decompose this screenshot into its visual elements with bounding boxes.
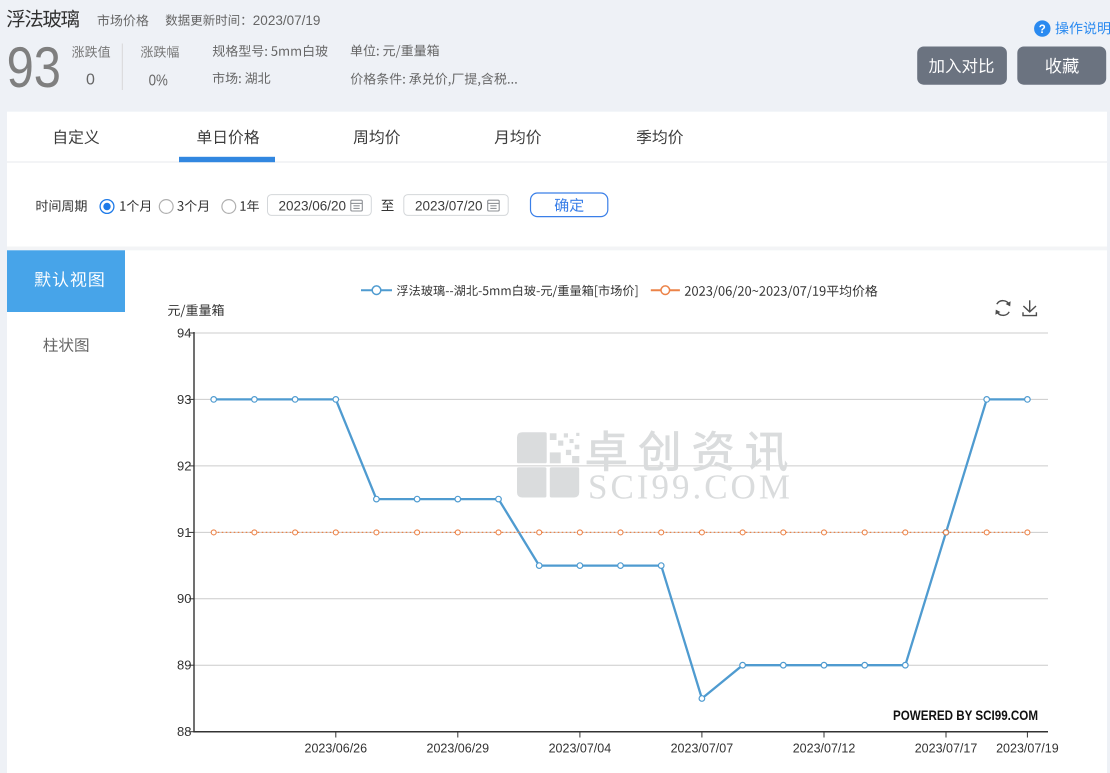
- svg-text:2023/06/26: 2023/06/26: [305, 742, 368, 756]
- svg-text:2023/06/29: 2023/06/29: [427, 742, 490, 756]
- svg-text:89: 89: [177, 658, 191, 673]
- svg-text:91: 91: [177, 525, 191, 540]
- svg-text:0: 0: [86, 72, 95, 89]
- svg-text:2023/07/07: 2023/07/07: [671, 742, 734, 756]
- svg-text:2023/07/19: 2023/07/19: [996, 742, 1059, 756]
- svg-text:2023/07/04: 2023/07/04: [549, 742, 612, 756]
- svg-text:SCI99.COM: SCI99.COM: [588, 468, 793, 507]
- svg-text:93: 93: [7, 36, 61, 100]
- svg-text:90: 90: [177, 591, 191, 606]
- svg-text:POWERED BY SCI99.COM: POWERED BY SCI99.COM: [893, 707, 1038, 723]
- svg-text:2023/07/17: 2023/07/17: [915, 742, 978, 756]
- svg-text:94: 94: [177, 325, 191, 340]
- svg-text:88: 88: [177, 724, 191, 739]
- svg-text:2023/07/20: 2023/07/20: [415, 199, 483, 214]
- svg-text:2023/06/20: 2023/06/20: [279, 199, 347, 214]
- svg-text:?: ?: [1039, 24, 1046, 36]
- svg-text:2023/07/12: 2023/07/12: [793, 742, 856, 756]
- svg-text:93: 93: [177, 392, 191, 407]
- svg-text:92: 92: [177, 458, 191, 473]
- svg-text:2023/07/19: 2023/07/19: [253, 13, 321, 28]
- svg-text:0%: 0%: [149, 73, 168, 90]
